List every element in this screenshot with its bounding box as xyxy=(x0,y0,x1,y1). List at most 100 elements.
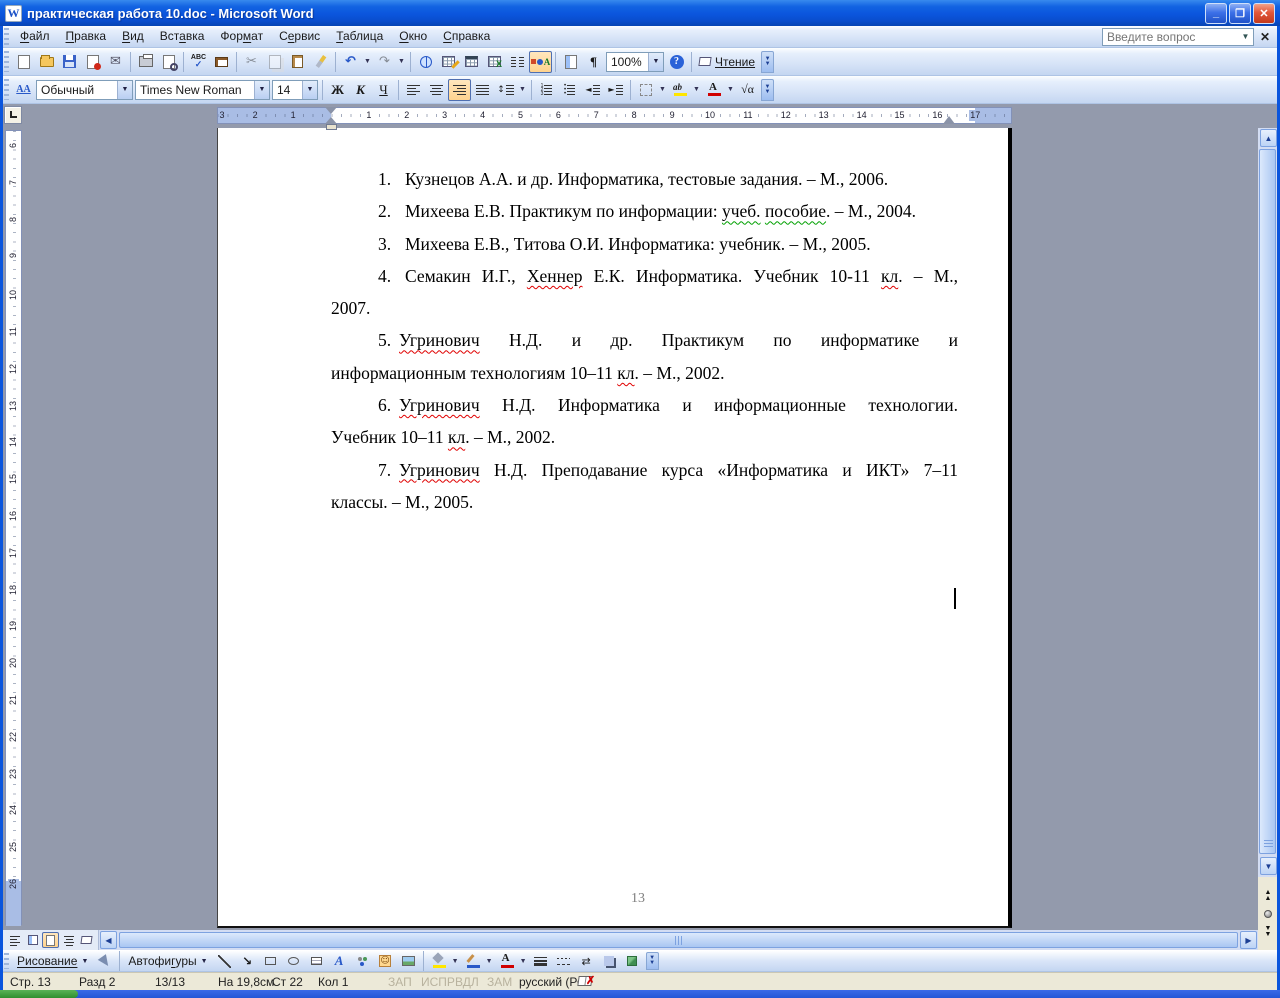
insert-table-button[interactable] xyxy=(460,51,483,73)
research-button[interactable] xyxy=(210,51,233,73)
increase-indent-button[interactable]: ► xyxy=(604,79,627,101)
reading-view-button[interactable] xyxy=(78,932,95,948)
outline-view-button[interactable] xyxy=(60,932,77,948)
select-objects-button[interactable] xyxy=(93,952,116,970)
toolbar-options-chevron[interactable]: ▼ ▼ xyxy=(645,952,659,970)
drawing-button[interactable]: A xyxy=(529,50,552,73)
status-toggle[interactable]: ИСПР xyxy=(421,975,455,989)
menu-item-file[interactable]: Файл xyxy=(12,27,58,46)
copy-button[interactable] xyxy=(263,51,286,73)
draw-font-color-button[interactable]: А xyxy=(495,952,518,970)
redo-dropdown-icon[interactable]: ▼ xyxy=(396,51,407,73)
left-indent-marker[interactable] xyxy=(326,124,337,130)
fill-color-dropdown-icon[interactable]: ▼ xyxy=(450,950,461,972)
status-field[interactable]: 13/13 xyxy=(155,975,185,989)
borders-dropdown-icon[interactable]: ▼ xyxy=(657,79,668,101)
arrow-style-button[interactable]: ⇄ xyxy=(575,952,598,970)
open-button[interactable] xyxy=(35,51,58,73)
highlight-dropdown-icon[interactable]: ▼ xyxy=(691,79,702,101)
format-painter-button[interactable] xyxy=(309,51,332,73)
draw-font-color-dropdown-icon[interactable]: ▼ xyxy=(518,950,529,972)
start-button[interactable] xyxy=(0,990,78,998)
insert-hyperlink-button[interactable] xyxy=(414,51,437,73)
close-button[interactable]: ✕ xyxy=(1253,2,1275,24)
shadow-style-button[interactable] xyxy=(598,952,621,970)
line-color-dropdown-icon[interactable]: ▼ xyxy=(484,950,495,972)
align-center-button[interactable] xyxy=(425,79,448,101)
drawing-menu-button[interactable]: Рисование ▼ xyxy=(12,953,93,969)
right-indent-marker[interactable] xyxy=(943,116,955,124)
dash-style-button[interactable] xyxy=(552,952,575,970)
line-spacing-button[interactable]: ↕ xyxy=(494,79,517,101)
horizontal-ruler[interactable]: 3 2 1 1 2 3 4 5 6 7 8 9 10 11 12 13 14 15 16 17 xyxy=(217,107,1013,130)
document-page[interactable]: 1. Кузнецов А.А. и др. Информатика, тесто… xyxy=(217,128,1012,928)
font-color-button[interactable]: А xyxy=(702,79,725,101)
status-field[interactable]: Кол 1 xyxy=(318,975,348,989)
toolbar-grip[interactable] xyxy=(4,50,9,73)
menubar-close-icon[interactable]: ✕ xyxy=(1260,30,1270,44)
numbering-button[interactable]: 123 xyxy=(535,79,558,101)
bold-button[interactable]: Ж xyxy=(326,79,349,101)
hanging-indent-marker[interactable] xyxy=(325,117,337,124)
underline-button[interactable]: Ч xyxy=(372,79,395,101)
web-layout-view-button[interactable] xyxy=(24,932,41,948)
read-mode-button[interactable]: Чтение xyxy=(695,51,759,73)
undo-dropdown-icon[interactable]: ▼ xyxy=(362,51,373,73)
spelling-status-icon[interactable]: ✗ xyxy=(577,974,596,989)
font-dropdown-icon[interactable]: ▼ xyxy=(254,80,269,99)
document-text[interactable]: 1. Кузнецов А.А. и др. Информатика, тесто… xyxy=(331,163,958,518)
tables-and-borders-button[interactable] xyxy=(437,51,460,73)
vertical-ruler[interactable]: 6 7 8 9 10 11 12 13 14 15 16 17 18 19 20 21 22 23 24 25 26 xyxy=(5,130,22,926)
status-field[interactable]: На 19,8см xyxy=(218,975,274,989)
permission-button[interactable] xyxy=(81,51,104,73)
bullets-button[interactable]: • • • xyxy=(558,79,581,101)
vertical-scroll-thumb[interactable] xyxy=(1259,149,1276,854)
horizontal-scroll-thumb[interactable] xyxy=(119,932,1238,948)
line-spacing-dropdown-icon[interactable]: ▼ xyxy=(517,79,528,101)
menu-item-table[interactable]: Таблица xyxy=(328,27,391,46)
restore-button[interactable]: ❐ xyxy=(1229,2,1251,24)
normal-view-button[interactable] xyxy=(6,932,23,948)
diagram-button[interactable] xyxy=(351,952,374,970)
highlight-button[interactable]: ab xyxy=(668,79,691,101)
line-color-button[interactable] xyxy=(461,952,484,970)
status-toggle[interactable]: ВДЛ xyxy=(455,975,479,989)
rectangle-button[interactable] xyxy=(259,952,282,970)
style-combo[interactable]: Обычный ▼ xyxy=(36,79,133,100)
oval-button[interactable] xyxy=(282,952,305,970)
menu-item-tools[interactable]: Сервис xyxy=(271,27,328,46)
tab-selector[interactable] xyxy=(4,106,22,124)
font-color-dropdown-icon[interactable]: ▼ xyxy=(725,79,736,101)
styles-and-formatting-button[interactable]: АА xyxy=(12,79,35,101)
arrow-button[interactable]: ↘ xyxy=(236,952,259,970)
clip-art-button[interactable]: ☺ xyxy=(374,952,397,970)
insert-excel-button[interactable]: X xyxy=(483,51,506,73)
menu-item-view[interactable]: Вид xyxy=(114,27,152,46)
language-indicator[interactable]: русский (Ро xyxy=(519,975,584,989)
status-field[interactable]: Стр. 13 xyxy=(10,975,51,989)
fill-color-button[interactable] xyxy=(427,952,450,970)
wordart-button[interactable]: А xyxy=(328,952,351,970)
save-button[interactable] xyxy=(58,51,81,73)
status-toggle[interactable]: ЗАМ xyxy=(487,975,512,989)
line-button[interactable] xyxy=(213,952,236,970)
align-right-button[interactable] xyxy=(448,78,471,101)
menu-item-window[interactable]: Окно xyxy=(391,27,435,46)
menu-item-format[interactable]: Формат xyxy=(212,27,271,46)
first-line-indent-marker[interactable] xyxy=(325,107,337,114)
help-button[interactable]: ? xyxy=(665,51,688,73)
toolbar-grip[interactable] xyxy=(4,78,9,101)
document-map-button[interactable] xyxy=(559,51,582,73)
scroll-left-arrow[interactable]: ◀ xyxy=(100,931,117,949)
select-browse-object-button[interactable] xyxy=(1261,906,1276,921)
minimize-button[interactable]: _ xyxy=(1205,2,1227,24)
line-style-button[interactable] xyxy=(529,952,552,970)
question-dropdown-icon[interactable]: ▼ xyxy=(1238,29,1253,45)
undo-button[interactable]: ↶ xyxy=(339,51,362,73)
3d-style-button[interactable] xyxy=(621,952,644,970)
autoshapes-menu-button[interactable]: Автофигуры ▼ xyxy=(123,953,212,969)
italic-button[interactable]: К xyxy=(349,79,372,101)
menu-item-help[interactable]: Справка xyxy=(435,27,498,46)
spelling-button[interactable]: ABC ✓ xyxy=(187,51,210,73)
menu-item-edit[interactable]: Правка xyxy=(58,27,115,46)
